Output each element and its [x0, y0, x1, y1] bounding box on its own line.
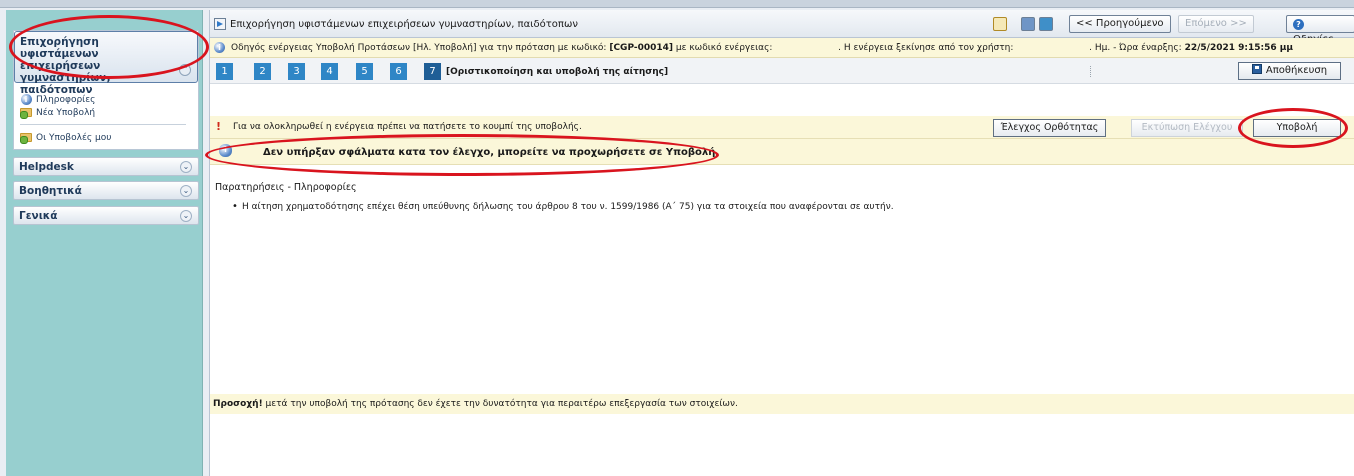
save-button-label: Αποθήκευση	[1265, 65, 1328, 76]
save-button[interactable]: Αποθήκευση	[1238, 62, 1341, 80]
step-7[interactable]: 7	[424, 63, 441, 80]
page-header: Επιχορήγηση υφιστάμενων επιχειρήσεων γυμ…	[210, 10, 1354, 45]
guide-text: Οδηγός ενέργειας Υποβολή Προτάσεων [Ηλ. …	[231, 43, 1293, 53]
grid-view-icon[interactable]	[1021, 17, 1035, 31]
page-title: Επιχορήγηση υφιστάμενων επιχειρήσεων γυμ…	[230, 19, 578, 30]
sidebar-item-my-submissions[interactable]: Οι Υποβολές μου	[20, 131, 192, 144]
sidebar-links: i Πληροφορίες Νέα Υποβολή Οι Υποβολές μο…	[20, 93, 192, 144]
sidebar-panel-header[interactable]: Επιχορήγηση υφιστάμενων επιχειρήσεων γυμ…	[14, 31, 198, 96]
proposal-code: [CGP-00014]	[609, 43, 674, 53]
sidebar-divider	[20, 124, 186, 125]
print-check-button[interactable]: Εκτύπωση Ελέγχου	[1131, 119, 1243, 137]
guide-prefix: Οδηγός ενέργειας Υποβολή Προτάσεων [Ηλ. …	[231, 43, 607, 53]
window-top-bar	[0, 0, 1354, 8]
folder-icon	[20, 132, 32, 144]
sidebar-item-label: Οι Υποβολές μου	[36, 132, 112, 143]
guide-start-label: . Ημ. - Ώρα έναρξης:	[1089, 43, 1182, 53]
guide-user-label: . Η ενέργεια ξεκίνησε από τον χρήστη:	[838, 43, 1014, 53]
notes-item: Η αίτηση χρηματοδότησης επέχει θέση υπεύ…	[232, 201, 894, 212]
separator-dots	[1090, 66, 1093, 77]
validation-message: Δεν υπήρξαν σφάλματα κατα τον έλεγχο, μπ…	[263, 147, 720, 158]
export-icon[interactable]	[1039, 17, 1053, 31]
sidebar-item-info[interactable]: i Πληροφορίες	[20, 93, 192, 106]
sidebar-item-new-submission[interactable]: Νέα Υποβολή	[20, 106, 192, 119]
sidebar: Επιχορήγηση υφιστάμενων επιχειρήσεων γυμ…	[6, 10, 203, 476]
sidebar-section-helpdesk[interactable]: Helpdesk ⌄	[13, 157, 199, 176]
submit-button[interactable]: Υποβολή	[1253, 119, 1341, 137]
action-guide-bar: i Οδηγός ενέργειας Υποβολή Προτάσεων [Ηλ…	[210, 38, 1354, 58]
expand-down-icon[interactable]: ⌄	[180, 185, 192, 197]
sidebar-panel-title: Επιχορήγηση υφιστάμενων επιχειρήσεων γυμ…	[20, 36, 111, 96]
sidebar-section-general[interactable]: Γενικά ⌄	[13, 206, 199, 225]
bottom-warning: Προσοχή! μετά την υποβολή της πρότασης δ…	[210, 394, 1354, 414]
step-2[interactable]: 2	[254, 63, 271, 80]
step-4[interactable]: 4	[321, 63, 338, 80]
previous-button[interactable]: << Προηγούμενο	[1069, 15, 1171, 33]
floppy-disk-icon	[1251, 64, 1262, 74]
page-icon	[214, 18, 226, 30]
guide-action-code-label: με κωδικό ενέργειας:	[675, 43, 773, 53]
section-label: Βοηθητικά	[19, 185, 82, 197]
sidebar-menu-panel: Επιχορήγηση υφιστάμενων επιχειρήσεων γυμ…	[13, 30, 199, 150]
section-label: Helpdesk	[19, 161, 74, 173]
wizard-steps: 1 2 3 4 5 6 7 [Οριστικοποίηση και υποβολ…	[210, 58, 1354, 84]
expand-down-icon[interactable]: ⌄	[180, 161, 192, 173]
validity-check-button[interactable]: Έλεγχος Ορθότητας	[993, 119, 1106, 137]
bottom-warning-text: Προσοχή! μετά την υποβολή της πρότασης δ…	[213, 399, 738, 409]
info-icon: i	[20, 94, 32, 105]
help-icon: ?	[1293, 19, 1304, 30]
current-step-label: [Οριστικοποίηση και υποβολή της αίτησης]	[446, 67, 669, 77]
notes-heading: Παρατηρήσεις - Πληροφορίες	[215, 182, 357, 193]
sidebar-item-label: Πληροφορίες	[36, 94, 96, 105]
warning-text: Για να ολοκληρωθεί η ενέργεια πρέπει να …	[233, 122, 582, 132]
step-6[interactable]: 6	[390, 63, 407, 80]
expand-down-icon[interactable]: ⌄	[180, 210, 192, 222]
sidebar-section-tools[interactable]: Βοηθητικά ⌄	[13, 181, 199, 200]
section-label: Γενικά	[19, 210, 58, 222]
next-button[interactable]: Επόμενο >>	[1178, 15, 1254, 33]
sidebar-item-label: Νέα Υποβολή	[36, 107, 96, 118]
add-folder-icon	[20, 107, 32, 119]
validation-result-row: i Δεν υπήρξαν σφάλματα κατα τον έλεγχο, …	[210, 139, 1354, 165]
info-icon: i	[219, 144, 232, 157]
step-1[interactable]: 1	[216, 63, 233, 80]
step-3[interactable]: 3	[288, 63, 305, 80]
collapse-up-icon[interactable]: ⌃	[179, 64, 191, 76]
edit-note-icon[interactable]	[993, 17, 1007, 31]
bottom-warning-bold: Προσοχή!	[213, 399, 263, 409]
exclamation-icon: !	[216, 120, 222, 133]
step-5[interactable]: 5	[356, 63, 373, 80]
submit-warning-row: ! Για να ολοκληρωθεί η ενέργεια πρέπει ν…	[210, 116, 1354, 139]
info-icon: i	[214, 42, 225, 53]
start-datetime: 22/5/2021 9:15:56 μμ	[1184, 43, 1294, 53]
help-button[interactable]: ?Οδηγίες	[1286, 15, 1354, 45]
app-frame: Επιχορήγηση υφιστάμενων επιχειρήσεων γυμ…	[0, 0, 1354, 476]
main-content: Επιχορήγηση υφιστάμενων επιχειρήσεων γυμ…	[209, 10, 1354, 476]
bottom-warning-body: μετά την υποβολή της πρότασης δεν έχετε …	[262, 399, 738, 409]
